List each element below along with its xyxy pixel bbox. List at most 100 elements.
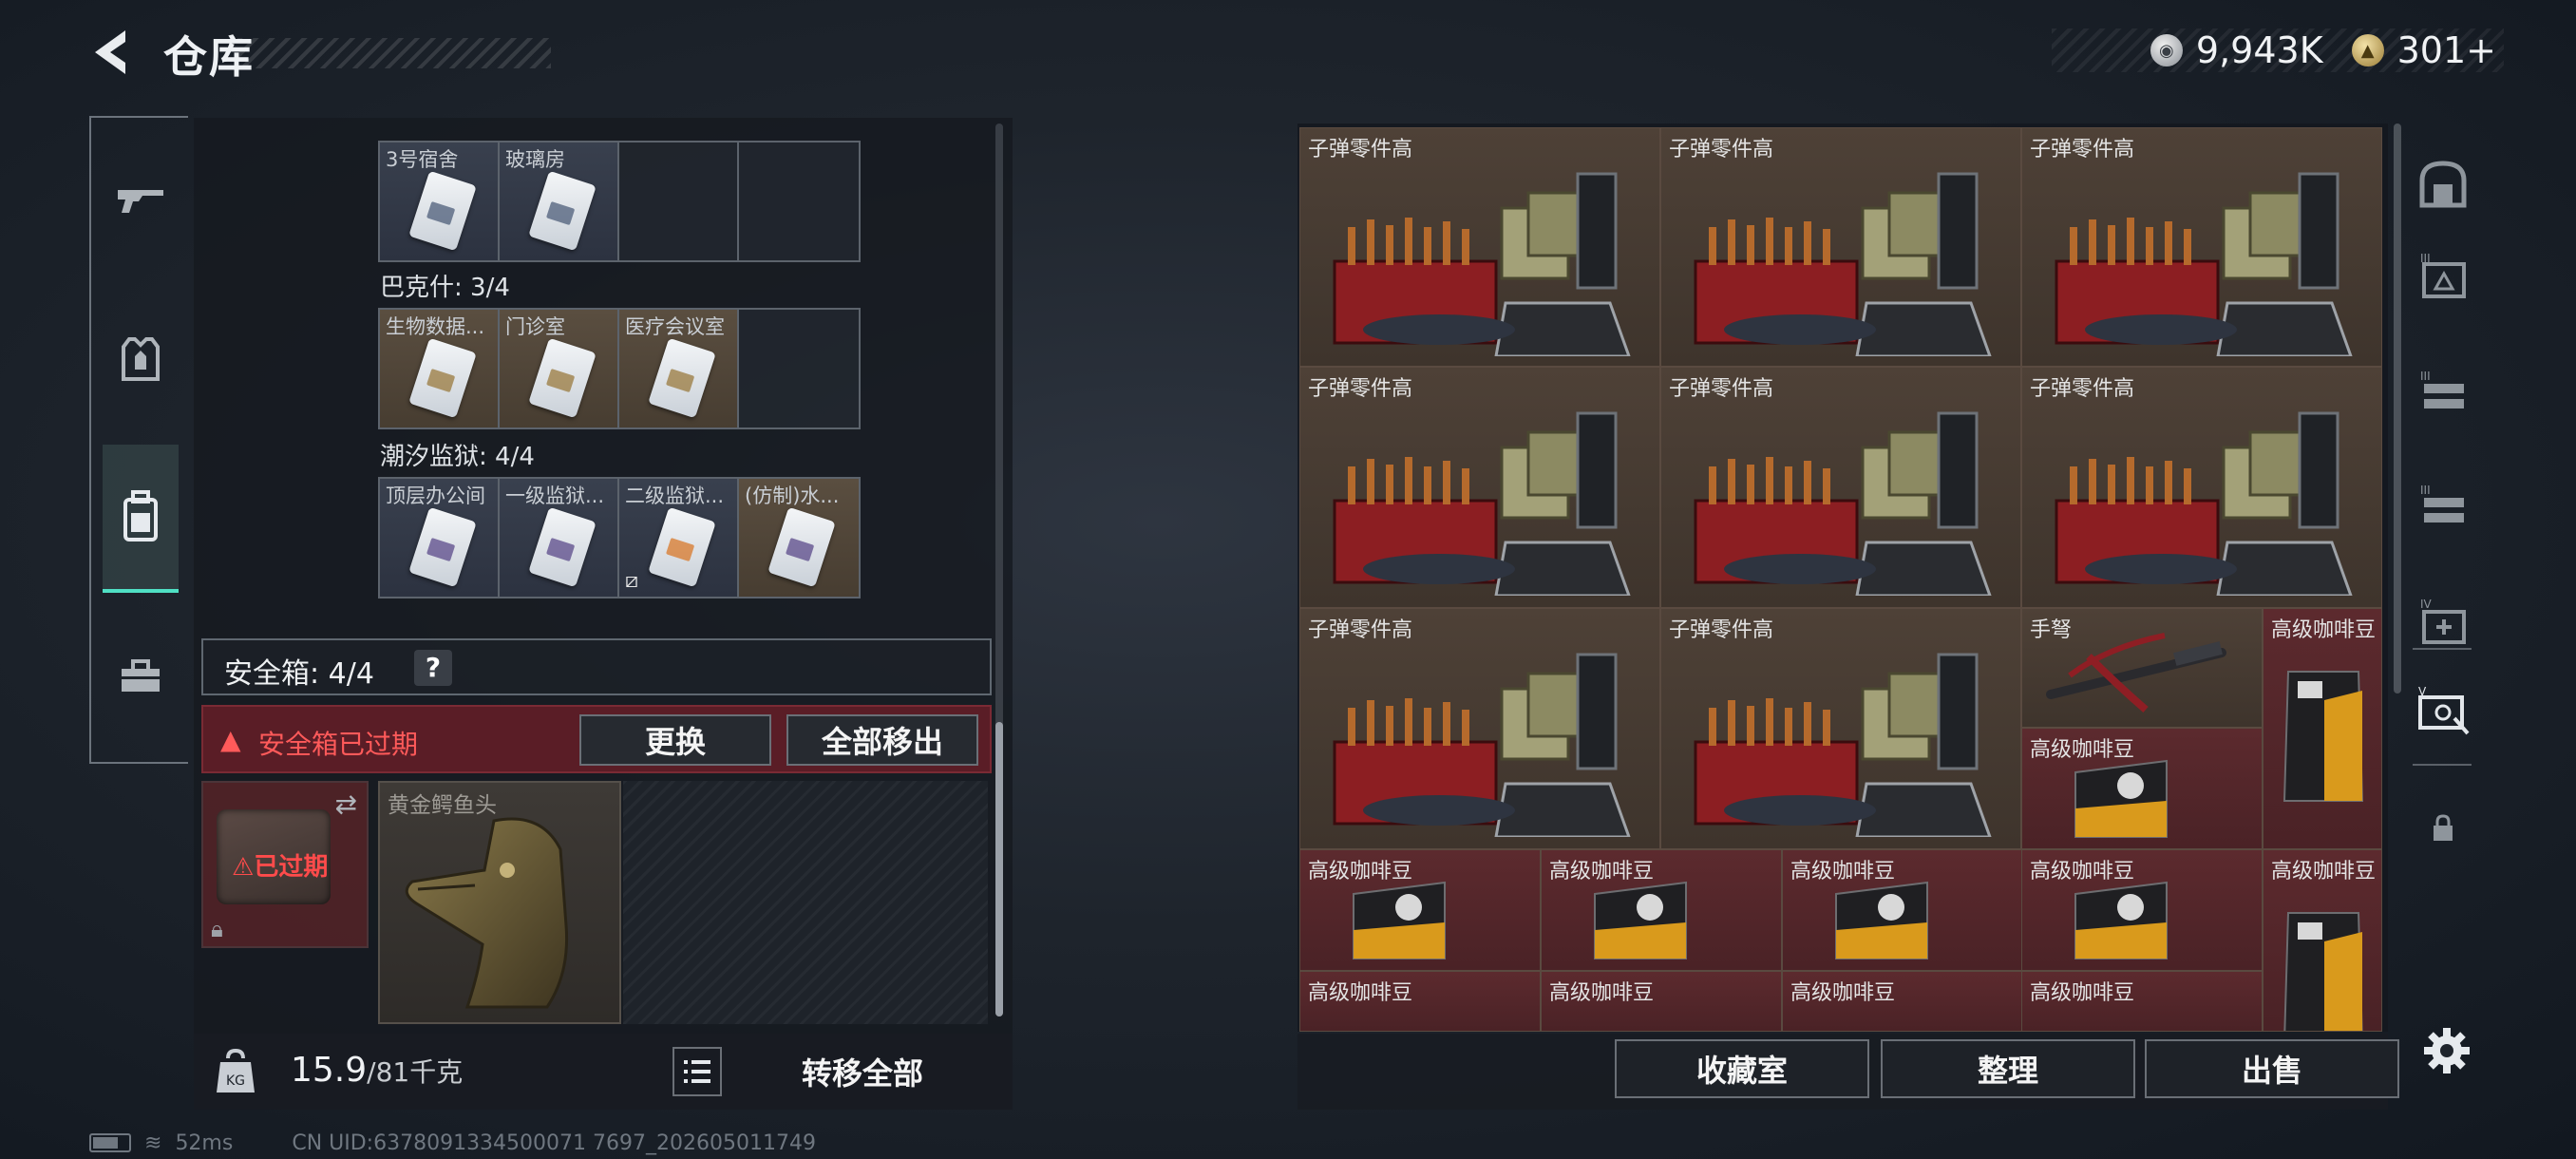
storage-item-ammo-parts[interactable]: 子弹零件高 xyxy=(2021,127,2382,367)
swap-icon[interactable]: ⇄ xyxy=(335,788,357,820)
storage-item-premium-coffee-beans[interactable]: 高级咖啡豆 xyxy=(2263,849,2382,1032)
storage-item-premium-coffee-beans[interactable]: 高级咖啡豆 xyxy=(1299,971,1541,1032)
title-decoration xyxy=(237,38,551,68)
left-scrollbar-thumb[interactable] xyxy=(995,722,1003,1016)
ping-value: 52ms xyxy=(175,1130,234,1155)
tab-storage-iii-c[interactable]: III xyxy=(2411,473,2475,538)
expired-tag: ⚠已过期 xyxy=(232,853,329,882)
keycard-group-title: 巴克什: 3/4 xyxy=(380,274,510,302)
keycard-slot[interactable]: 3号宿舍 xyxy=(380,142,500,260)
gear-icon xyxy=(2424,1028,2470,1074)
expired-notice: 安全箱已过期 xyxy=(258,729,419,760)
storage-item-premium-coffee-beans[interactable]: 高级咖啡豆 xyxy=(2021,971,2263,1032)
gold-coin-icon: ▲ xyxy=(2351,34,2384,66)
move-all-out-button[interactable]: 全部移出 xyxy=(786,714,978,766)
back-arrow-icon xyxy=(95,30,125,74)
weight-icon: KG xyxy=(217,1048,255,1092)
keycard-slot-empty[interactable] xyxy=(739,142,859,260)
ammo-crate-icon xyxy=(1333,653,1631,837)
tab-locked[interactable] xyxy=(2411,796,2475,861)
help-button[interactable]: ? xyxy=(414,650,452,686)
storage-item-premium-coffee-beans[interactable]: 高级咖啡豆 xyxy=(1299,849,1541,971)
storage-item-ammo-parts[interactable]: 子弹零件高 xyxy=(1660,608,2021,849)
safebox-slot[interactable]: ⇄ ⚠已过期 🔒︎ xyxy=(201,781,369,948)
keycard-row-1: 3号宿舍 玻璃房 xyxy=(378,141,861,262)
safebox-expired-banner: ▲ 安全箱已过期 更换 全部移出 xyxy=(201,705,992,773)
storage-grid-panel: 子弹零件高 子弹零件高 子弹零件高 子弹零件高 子弹零件高 子弹零件高 子弹零件… xyxy=(1297,124,2388,1032)
keycard-icon xyxy=(528,506,597,588)
gold-croc-head-icon xyxy=(405,817,569,1009)
keycard-icon xyxy=(648,337,716,419)
ammo-crate-icon xyxy=(1694,172,1992,356)
storage-tab-rail: III III III IV V xyxy=(2403,114,2481,960)
svg-text:III: III xyxy=(2420,484,2431,497)
ammo-crate-icon xyxy=(1694,653,1992,837)
sort-button[interactable]: 整理 xyxy=(1881,1039,2135,1098)
keycard-slot[interactable]: 生物数据... xyxy=(380,310,500,428)
settings-button[interactable] xyxy=(2418,1022,2475,1079)
storage-item-crossbow[interactable]: 手弩 xyxy=(2021,608,2263,728)
keycard-slot-empty[interactable] xyxy=(619,142,739,260)
shelf-iii-icon: III xyxy=(2420,484,2464,522)
storage-item-premium-coffee-beans[interactable]: 高级咖啡豆 xyxy=(2021,849,2263,971)
keycard-slot[interactable]: 顶层办公间 xyxy=(380,479,500,597)
coffee-bag-icon xyxy=(2074,881,2168,960)
storage-item-ammo-parts[interactable]: 子弹零件高 xyxy=(2021,367,2382,608)
list-view-button[interactable] xyxy=(672,1047,722,1096)
keycard-slot[interactable]: 一级监狱... xyxy=(500,479,619,597)
tab-tools[interactable] xyxy=(103,638,179,714)
lock-icon: 🔒︎ xyxy=(211,916,223,942)
medkit-iv-icon: IV xyxy=(2420,598,2466,644)
tab-backpack[interactable] xyxy=(103,445,179,593)
right-scrollbar[interactable] xyxy=(2394,124,2401,694)
storage-item-premium-coffee-beans[interactable]: 高级咖啡豆 xyxy=(2021,728,2263,849)
safebox-capacity: 安全箱: 4/4 xyxy=(224,657,374,691)
gold-amount: 301+ xyxy=(2396,29,2496,71)
keycard-icon xyxy=(408,337,477,419)
list-icon xyxy=(684,1060,710,1083)
tab-storage-iii-b[interactable]: III xyxy=(2411,359,2475,424)
keycard-slot[interactable]: (仿制)水... xyxy=(739,479,859,597)
transfer-all-button[interactable]: 转移全部 xyxy=(731,1043,994,1100)
silver-coin-icon: ◉ xyxy=(2150,34,2183,66)
replace-button[interactable]: 更换 xyxy=(579,714,771,766)
tab-storage-iv[interactable]: IV xyxy=(2411,589,2475,654)
keycard-slot[interactable]: 二级监狱... ⧄ xyxy=(619,479,739,597)
coffee-bag-icon xyxy=(2282,671,2364,802)
storage-item-premium-coffee-beans[interactable]: 高级咖啡豆 xyxy=(1541,849,1782,971)
tab-storage-iii-a[interactable]: III xyxy=(2411,243,2475,308)
coffee-bag-icon xyxy=(2074,759,2168,838)
storage-item-premium-coffee-beans[interactable]: 高级咖啡豆 xyxy=(1782,849,2023,971)
keycard-slot[interactable]: 门诊室 xyxy=(500,310,619,428)
storage-item-ammo-parts[interactable]: 子弹零件高 xyxy=(1660,127,2021,367)
keycard-slot[interactable]: 玻璃房 xyxy=(500,142,619,260)
currency-bar: ◉ 9,943K ▲ 301+ xyxy=(2052,28,2504,72)
tab-vault[interactable] xyxy=(2411,152,2475,217)
wifi-icon: ≋ xyxy=(144,1130,162,1155)
left-tab-rail xyxy=(89,116,188,764)
storage-item-premium-coffee-beans[interactable]: 高级咖啡豆 xyxy=(1541,971,1782,1032)
sell-button[interactable]: 出售 xyxy=(2145,1039,2399,1098)
tab-armor[interactable] xyxy=(103,321,179,397)
keycard-icon xyxy=(648,506,716,588)
svg-text:III: III xyxy=(2420,370,2431,383)
collection-room-button[interactable]: 收藏室 xyxy=(1615,1039,1869,1098)
coffee-bag-icon xyxy=(1594,881,1687,960)
storage-item-premium-coffee-beans[interactable]: 高级咖啡豆 xyxy=(2263,608,2382,849)
tab-weapons[interactable] xyxy=(103,162,179,238)
keycard-slot[interactable]: 医疗会议室 xyxy=(619,310,739,428)
ammo-crate-icon xyxy=(2055,411,2353,596)
silver-amount: 9,943K xyxy=(2195,29,2323,71)
ammo-crate-icon xyxy=(1694,411,1992,596)
tab-filter[interactable]: V xyxy=(2411,678,2475,743)
back-button[interactable] xyxy=(87,27,137,78)
svg-text:V: V xyxy=(2418,685,2427,698)
storage-item-ammo-parts[interactable]: 子弹零件高 xyxy=(1299,127,1660,367)
storage-item-ammo-parts[interactable]: 子弹零件高 xyxy=(1299,367,1660,608)
storage-item-premium-coffee-beans[interactable]: 高级咖啡豆 xyxy=(1782,971,2023,1032)
keycard-slot-empty[interactable] xyxy=(739,310,859,428)
storage-item-ammo-parts[interactable]: 子弹零件高 xyxy=(1299,608,1660,849)
item-slot-gold-croc-head[interactable]: 黄金鳄鱼头 xyxy=(378,781,621,1024)
keycard-row-prison: 顶层办公间 一级监狱... 二级监狱... ⧄ (仿制)水... xyxy=(378,477,861,598)
storage-item-ammo-parts[interactable]: 子弹零件高 xyxy=(1660,367,2021,608)
